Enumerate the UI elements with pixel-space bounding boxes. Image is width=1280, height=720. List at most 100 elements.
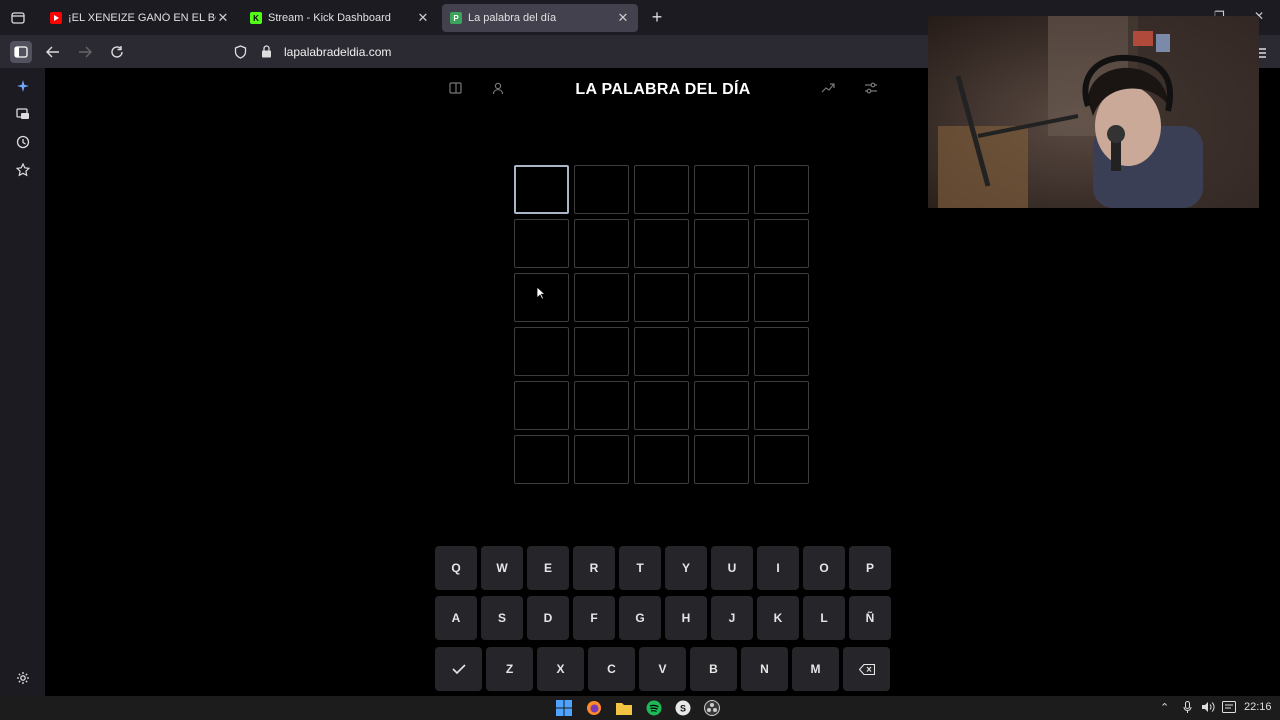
key-c[interactable]: C [588, 647, 635, 691]
key-ñ[interactable]: Ñ [849, 596, 891, 640]
windows-start-icon[interactable] [556, 700, 572, 716]
sidebar-panel-icon[interactable] [447, 80, 463, 96]
grid-cell[interactable] [754, 219, 809, 268]
grid-cell[interactable] [574, 219, 629, 268]
grid-cell[interactable] [754, 327, 809, 376]
key-p[interactable]: P [849, 546, 891, 590]
grid-cell[interactable] [514, 381, 569, 430]
notification-icon[interactable] [1222, 701, 1236, 716]
key-x[interactable]: X [537, 647, 584, 691]
key-s[interactable]: S [481, 596, 523, 640]
close-tab-icon[interactable]: ✕ [616, 10, 630, 26]
grid-cell[interactable] [634, 381, 689, 430]
backspace-key[interactable] [843, 647, 890, 691]
key-l[interactable]: L [803, 596, 845, 640]
grid-cell[interactable] [754, 273, 809, 322]
key-z[interactable]: Z [486, 647, 533, 691]
key-y[interactable]: Y [665, 546, 707, 590]
back-arrow-icon[interactable] [42, 41, 64, 63]
bookmarks-star-icon[interactable] [14, 161, 32, 179]
grid-cell[interactable] [574, 435, 629, 484]
grid-cell[interactable] [634, 273, 689, 322]
close-tab-icon[interactable]: ✕ [216, 10, 230, 26]
sidebar-toggle-icon[interactable] [10, 41, 32, 63]
shield-icon[interactable] [232, 44, 248, 60]
grid-cell[interactable] [634, 219, 689, 268]
grid-cell[interactable] [634, 165, 689, 214]
key-e[interactable]: E [527, 546, 569, 590]
grid-cell[interactable] [694, 273, 749, 322]
streamlabs-icon[interactable]: S [675, 700, 691, 716]
youtube-icon [50, 12, 62, 24]
user-icon[interactable] [490, 80, 506, 96]
key-u[interactable]: U [711, 546, 753, 590]
reload-icon[interactable] [106, 41, 128, 63]
grid-cell[interactable] [574, 273, 629, 322]
key-n[interactable]: N [741, 647, 788, 691]
lock-icon[interactable] [258, 44, 274, 60]
key-q[interactable]: Q [435, 546, 477, 590]
tab-manager-icon[interactable] [8, 8, 28, 28]
windows-taskbar: S ⌃ 22:16 [0, 696, 1280, 720]
grid-cell[interactable] [574, 381, 629, 430]
settings-gear-icon[interactable] [14, 669, 32, 687]
grid-cell[interactable] [574, 165, 629, 214]
grid-cell[interactable] [694, 165, 749, 214]
webcam-feed-image [928, 16, 1259, 208]
tab-title: La palabra del día [468, 12, 557, 24]
grid-cell[interactable] [754, 165, 809, 214]
key-t[interactable]: T [619, 546, 661, 590]
stats-trend-icon[interactable] [820, 80, 836, 96]
key-b[interactable]: B [690, 647, 737, 691]
firefox-icon[interactable] [586, 700, 602, 716]
grid-cell[interactable] [754, 381, 809, 430]
key-i[interactable]: I [757, 546, 799, 590]
key-v[interactable]: V [639, 647, 686, 691]
key-h[interactable]: H [665, 596, 707, 640]
new-tab-button[interactable]: + [648, 8, 666, 26]
grid-cell[interactable] [694, 381, 749, 430]
grid-cell[interactable] [694, 435, 749, 484]
svg-text:S: S [680, 704, 686, 714]
spotify-icon[interactable] [646, 700, 662, 716]
clock-time[interactable]: 22:16 [1244, 701, 1272, 713]
grid-cell[interactable] [574, 327, 629, 376]
key-k[interactable]: K [757, 596, 799, 640]
keyboard-row-2: ASDFGHJKLÑ [435, 596, 895, 640]
tray-chevron-up-icon[interactable]: ⌃ [1160, 701, 1169, 714]
grid-cell[interactable] [694, 219, 749, 268]
tab-kick-dashboard[interactable]: K Stream - Kick Dashboard ✕ [242, 4, 438, 32]
grid-cell[interactable] [514, 165, 569, 214]
key-g[interactable]: G [619, 596, 661, 640]
key-m[interactable]: M [792, 647, 839, 691]
url-text: lapalabradeldia.com [284, 44, 392, 59]
grid-cell[interactable] [514, 327, 569, 376]
grid-cell[interactable] [634, 327, 689, 376]
key-f[interactable]: F [573, 596, 615, 640]
key-j[interactable]: J [711, 596, 753, 640]
key-a[interactable]: A [435, 596, 477, 640]
obs-icon[interactable] [704, 700, 720, 716]
enter-key[interactable] [435, 647, 482, 691]
sparkle-ai-icon[interactable] [14, 77, 32, 95]
address-bar[interactable]: lapalabradeldia.com [232, 39, 932, 64]
key-d[interactable]: D [527, 596, 569, 640]
key-r[interactable]: R [573, 546, 615, 590]
grid-cell[interactable] [754, 435, 809, 484]
grid-cell[interactable] [694, 327, 749, 376]
grid-cell[interactable] [634, 435, 689, 484]
microphone-icon[interactable] [1183, 701, 1192, 716]
key-o[interactable]: O [803, 546, 845, 590]
synced-tabs-icon[interactable] [14, 105, 32, 123]
forward-arrow-icon[interactable] [74, 41, 96, 63]
tab-la-palabra[interactable]: P La palabra del día ✕ [442, 4, 638, 32]
speaker-volume-icon[interactable] [1201, 701, 1215, 716]
key-w[interactable]: W [481, 546, 523, 590]
history-icon[interactable] [14, 133, 32, 151]
tab-youtube[interactable]: ¡EL XENEIZE GANÓ EN EL BOSQ ✕ [42, 4, 238, 32]
settings-sliders-icon[interactable] [863, 80, 879, 96]
file-explorer-icon[interactable] [616, 700, 632, 716]
close-tab-icon[interactable]: ✕ [416, 10, 430, 26]
grid-cell[interactable] [514, 219, 569, 268]
grid-cell[interactable] [514, 435, 569, 484]
